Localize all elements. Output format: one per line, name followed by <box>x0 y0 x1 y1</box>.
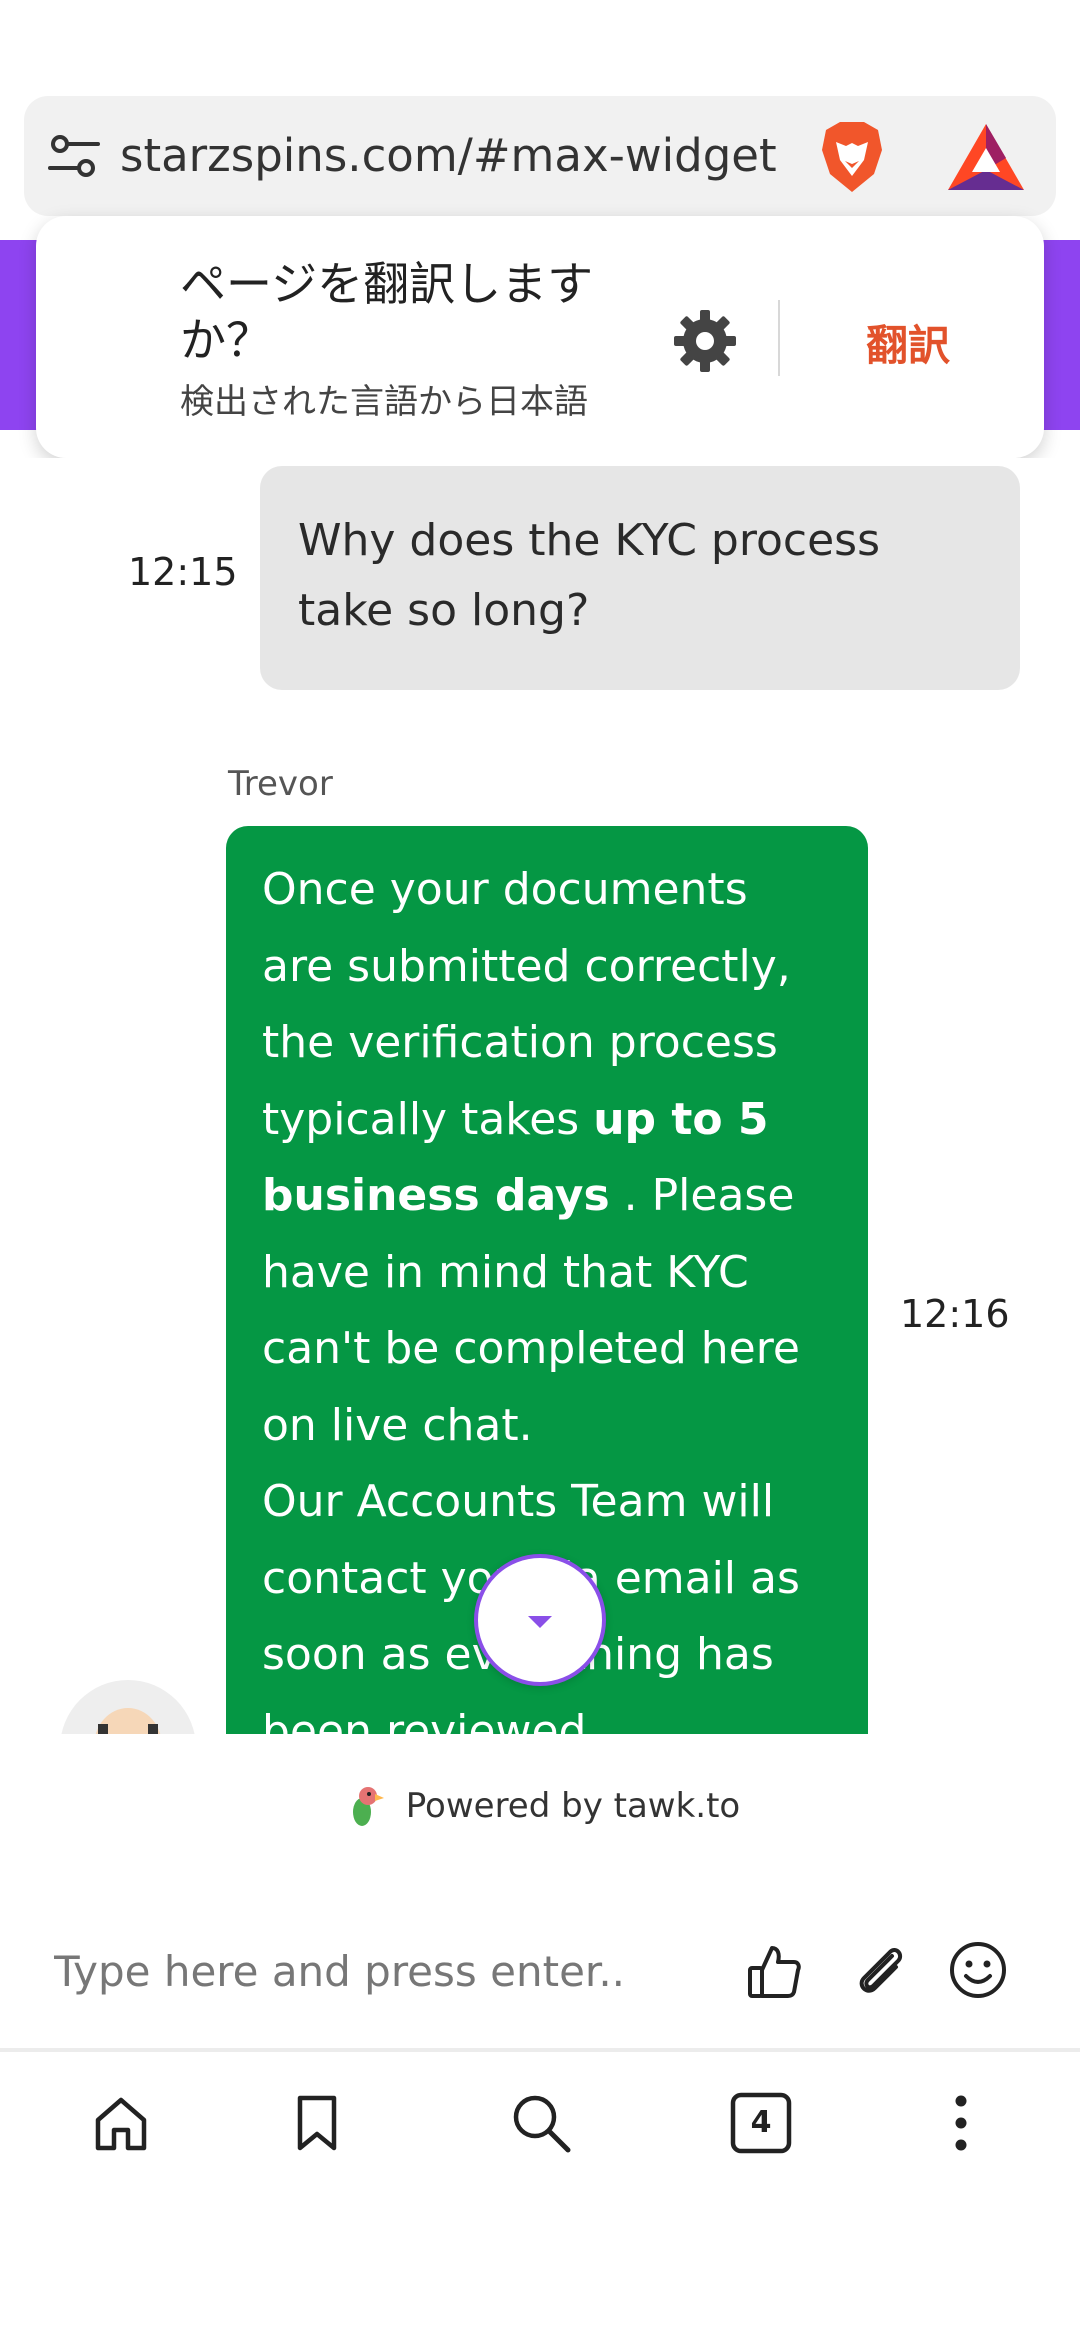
powered-by-text[interactable]: Powered by tawk.to <box>406 1786 740 1826</box>
tab-count: 4 <box>750 2105 772 2140</box>
address-bar[interactable]: starzspins.com/#max-widget <box>24 96 1056 216</box>
paperclip-icon[interactable] <box>848 1940 912 2004</box>
scroll-down-button[interactable] <box>474 1554 606 1686</box>
translate-title: ページを翻訳しますか？ <box>180 257 594 367</box>
more-icon[interactable] <box>928 2090 994 2156</box>
tabs-button[interactable]: 4 <box>728 2090 794 2156</box>
message-input[interactable] <box>54 1940 704 2002</box>
gear-icon[interactable] <box>670 306 740 376</box>
chat-messages[interactable]: 12:15 Why does the KYC process take so l… <box>0 458 1080 1734</box>
avatar <box>60 1680 196 1734</box>
message-timestamp: 12:15 <box>128 550 238 594</box>
caret-down-icon <box>528 1616 552 1628</box>
user-message-bubble: Why does the KYC process take so long? <box>260 466 1020 690</box>
message-timestamp: 12:16 <box>900 1292 1010 1336</box>
powered-by[interactable]: Powered by tawk.to <box>0 1782 1080 1839</box>
popup-divider <box>778 300 780 376</box>
translate-popup: ページを翻訳しますか？ 検出された言語から日本語 翻訳 <box>36 216 1044 458</box>
thumbs-up-icon[interactable] <box>742 1940 806 2004</box>
agent-avatar-icon <box>95 1708 161 1734</box>
search-icon[interactable] <box>508 2090 574 2156</box>
home-icon[interactable] <box>88 2090 154 2156</box>
translate-subtitle: 検出された言語から日本語 <box>180 382 588 422</box>
bat-triangle-icon[interactable] <box>946 120 1026 192</box>
translate-button[interactable]: 翻訳 <box>866 312 950 373</box>
brave-lion-icon[interactable] <box>812 116 892 196</box>
emoji-icon[interactable] <box>946 1938 1010 2002</box>
tawk-parrot-icon <box>352 1787 384 1826</box>
tune-icon[interactable] <box>42 124 106 188</box>
bookmark-icon[interactable] <box>284 2090 350 2156</box>
url-text[interactable]: starzspins.com/#max-widget <box>120 126 777 186</box>
agent-name: Trevor <box>228 764 333 804</box>
